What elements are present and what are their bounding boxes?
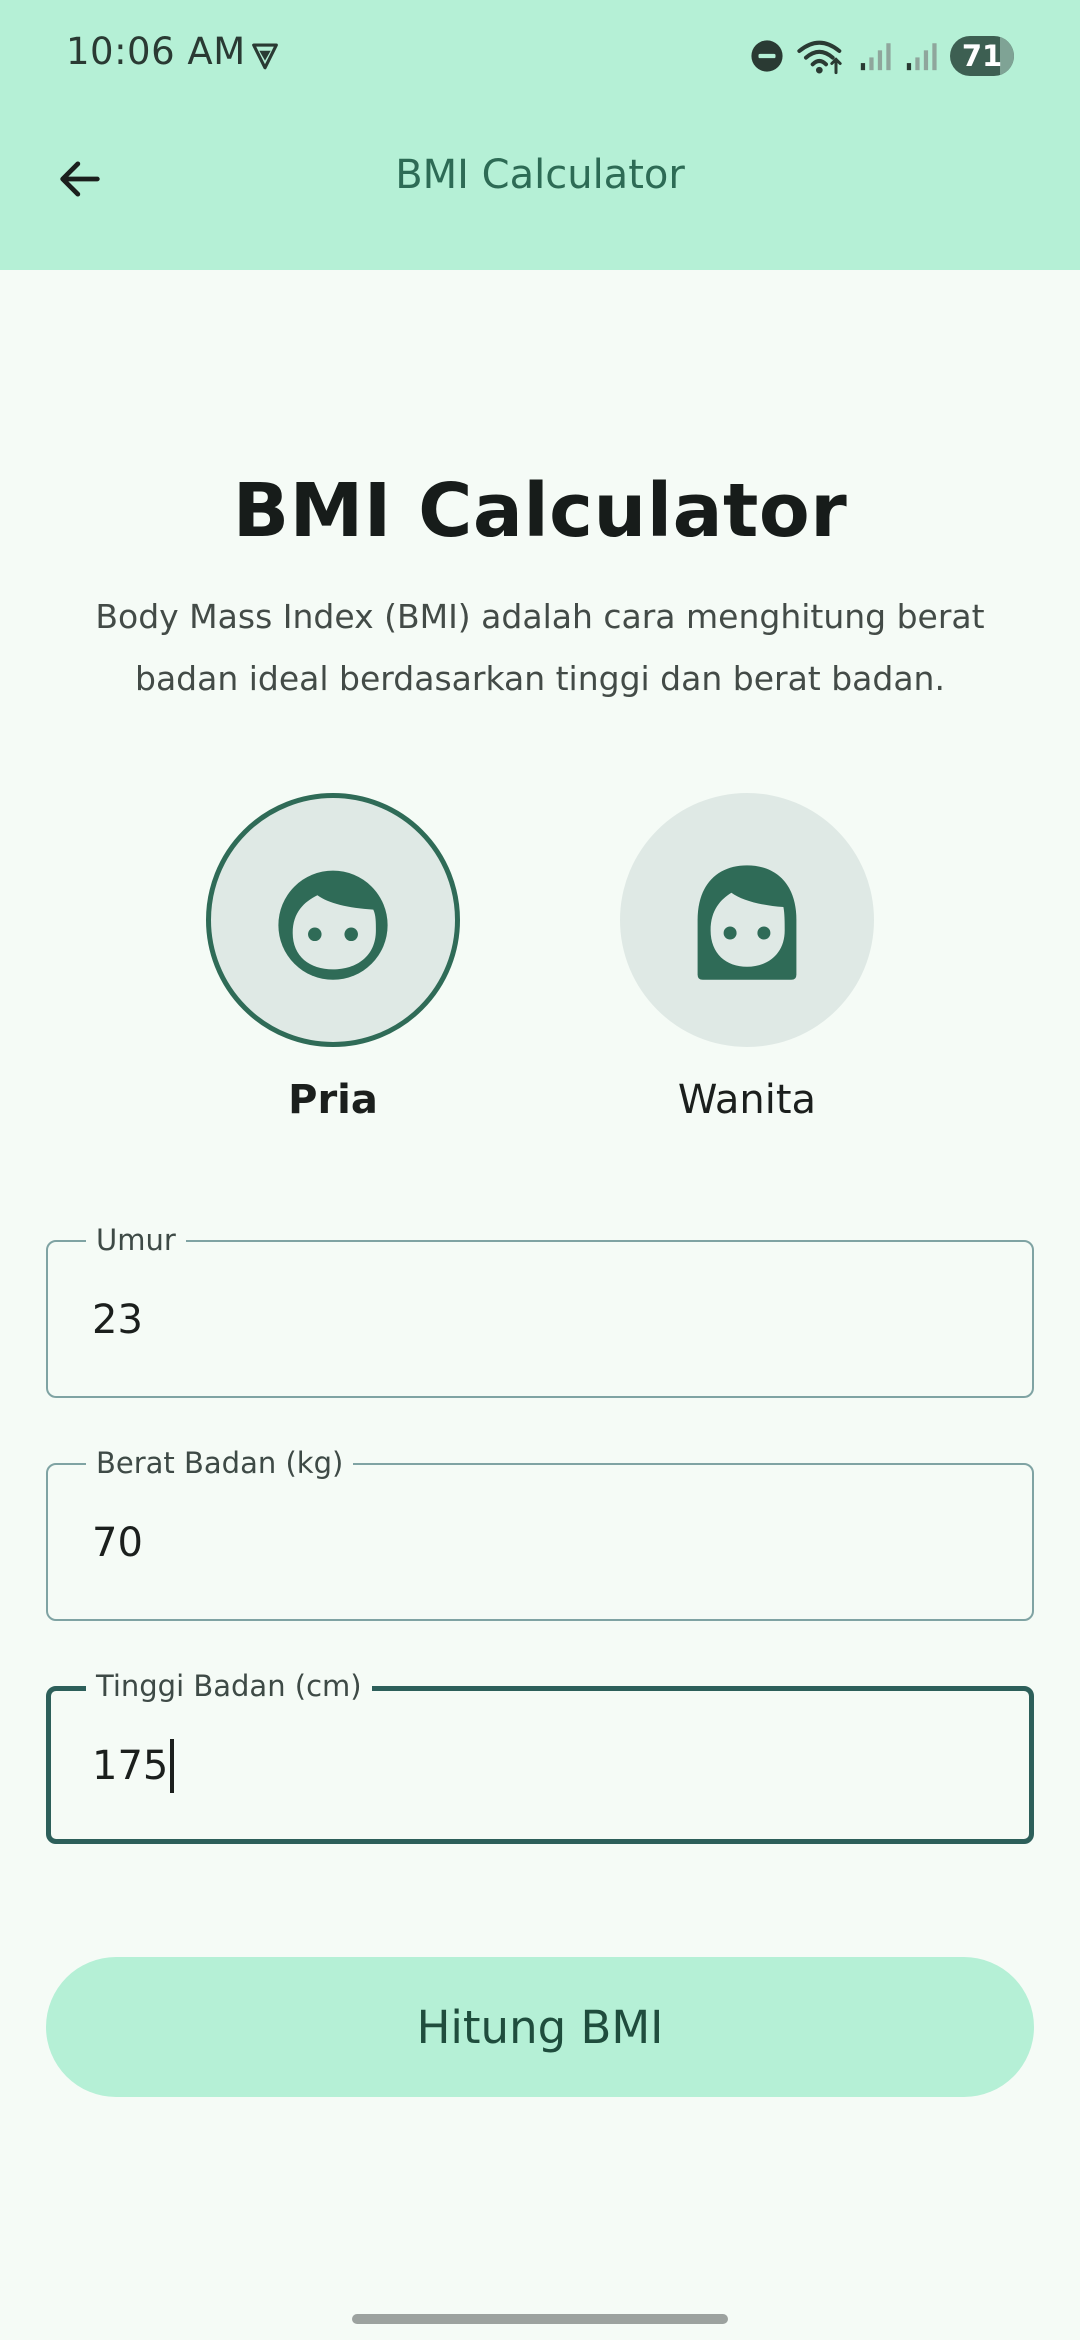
age-field[interactable]: Umur 23 <box>46 1220 1034 1398</box>
signal-strength-icon-2 <box>906 43 937 71</box>
age-value: 23 <box>92 1297 143 1343</box>
do-not-disturb-icon <box>751 40 783 72</box>
home-indicator[interactable] <box>352 2314 728 2324</box>
weight-value: 70 <box>92 1520 143 1566</box>
vpn-shield-icon <box>252 43 278 70</box>
top-app-area: 10:06 AM 71 BMI Calculator <box>0 0 1080 270</box>
gender-male-avatar[interactable] <box>206 793 460 1047</box>
battery-indicator: 71 <box>950 36 1014 76</box>
status-time: 10:06 AM <box>66 30 246 73</box>
gender-female-avatar[interactable] <box>620 793 874 1047</box>
age-input[interactable]: 23 <box>92 1290 143 1350</box>
wifi-icon <box>797 40 842 75</box>
weight-input[interactable]: 70 <box>92 1513 143 1573</box>
text-cursor <box>170 1739 175 1793</box>
battery-level: 71 <box>961 39 1003 73</box>
gender-female-label: Wanita <box>677 1077 817 1123</box>
age-field-label: Umur <box>86 1220 186 1260</box>
height-field[interactable]: Tinggi Badan (cm) 175 <box>46 1666 1034 1844</box>
height-input[interactable]: 175 <box>92 1736 175 1796</box>
gender-option-male[interactable]: Pria <box>206 793 460 1123</box>
male-face-icon <box>278 870 388 980</box>
gender-male-label: Pria <box>288 1077 378 1123</box>
gender-option-female[interactable]: Wanita <box>620 793 874 1123</box>
app-bar-title: BMI Calculator <box>395 152 685 198</box>
calculate-bmi-button[interactable]: Hitung BMI <box>46 1957 1034 2097</box>
status-icons: 71 <box>750 34 1014 78</box>
signal-strength-icon <box>860 43 891 71</box>
page-title: BMI Calculator <box>232 468 848 554</box>
height-field-label: Tinggi Badan (cm) <box>86 1666 372 1706</box>
page-description: Body Mass Index (BMI) adalah cara menghi… <box>95 597 985 698</box>
height-value: 175 <box>92 1743 169 1789</box>
weight-field-label: Berat Badan (kg) <box>86 1443 354 1483</box>
female-face-icon <box>697 865 797 980</box>
weight-field[interactable]: Berat Badan (kg) 70 <box>46 1443 1034 1621</box>
